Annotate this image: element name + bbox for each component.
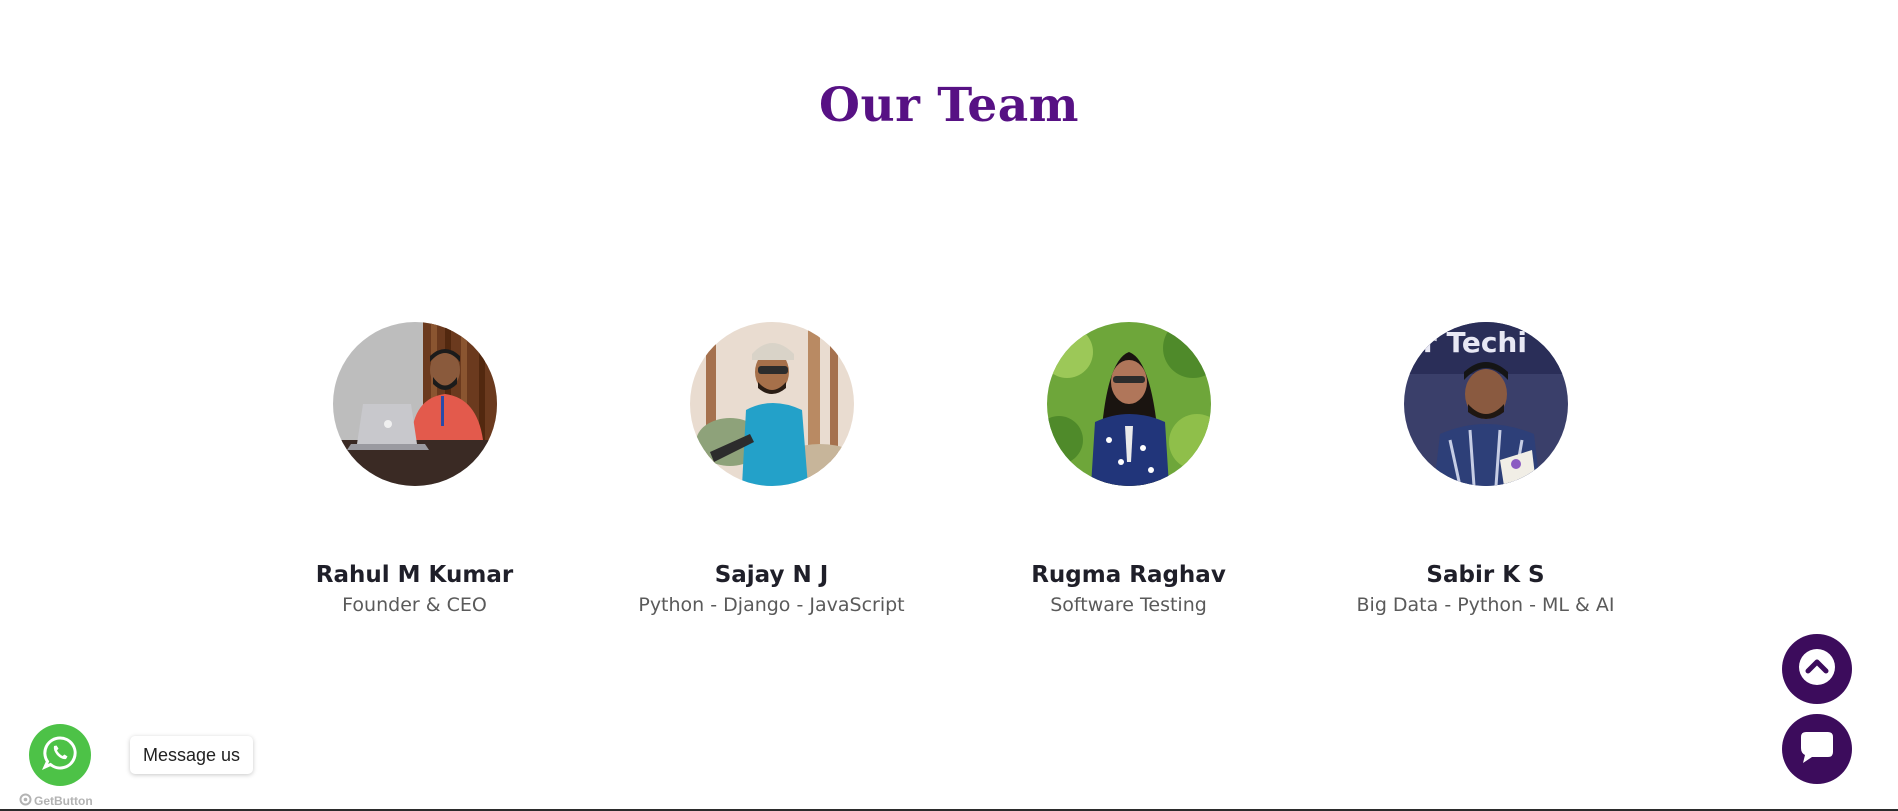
whatsapp-button[interactable] xyxy=(29,724,91,786)
scroll-to-top-button[interactable] xyxy=(1782,634,1852,704)
whatsapp-icon xyxy=(41,734,79,777)
member-role: Big Data - Python - ML & AI xyxy=(1356,594,1615,616)
chevron-up-icon xyxy=(1798,648,1836,691)
member-name: Sajay N J xyxy=(714,562,829,588)
avatar xyxy=(1046,322,1211,486)
team-member-card: Rugma Raghav Software Testing xyxy=(950,322,1307,617)
member-name: Sabir K S xyxy=(1426,562,1545,588)
svg-text:ar Techi: ar Techi xyxy=(1404,326,1527,359)
member-role: Python - Django - JavaScript xyxy=(638,594,905,616)
getbutton-logo-icon xyxy=(19,793,32,809)
page-title: Our Team xyxy=(819,78,1079,133)
member-name: Rugma Raghav xyxy=(1031,562,1226,588)
getbutton-credit-text: GetButton xyxy=(34,794,93,808)
chat-button[interactable] xyxy=(1782,714,1852,784)
team-member-card: Rahul M Kumar Founder & CEO xyxy=(236,322,593,617)
member-role: Software Testing xyxy=(1050,594,1207,616)
chat-bubble-icon xyxy=(1798,728,1836,771)
avatar xyxy=(332,322,497,486)
getbutton-credit[interactable]: GetButton xyxy=(19,793,93,809)
avatar xyxy=(689,322,854,486)
avatar: ar Techi xyxy=(1403,322,1568,486)
member-name: Rahul M Kumar xyxy=(315,562,514,588)
member-role: Founder & CEO xyxy=(342,594,487,616)
team-member-card: ar Techi Sabir K S Big Data - Python - M… xyxy=(1307,322,1664,617)
team-member-card: Sajay N J Python - Django - JavaScript xyxy=(593,322,950,617)
message-us-tooltip[interactable]: Message us xyxy=(130,736,254,774)
team-list: Rahul M Kumar Founder & CEO Sajay N J Py… xyxy=(236,322,1664,617)
